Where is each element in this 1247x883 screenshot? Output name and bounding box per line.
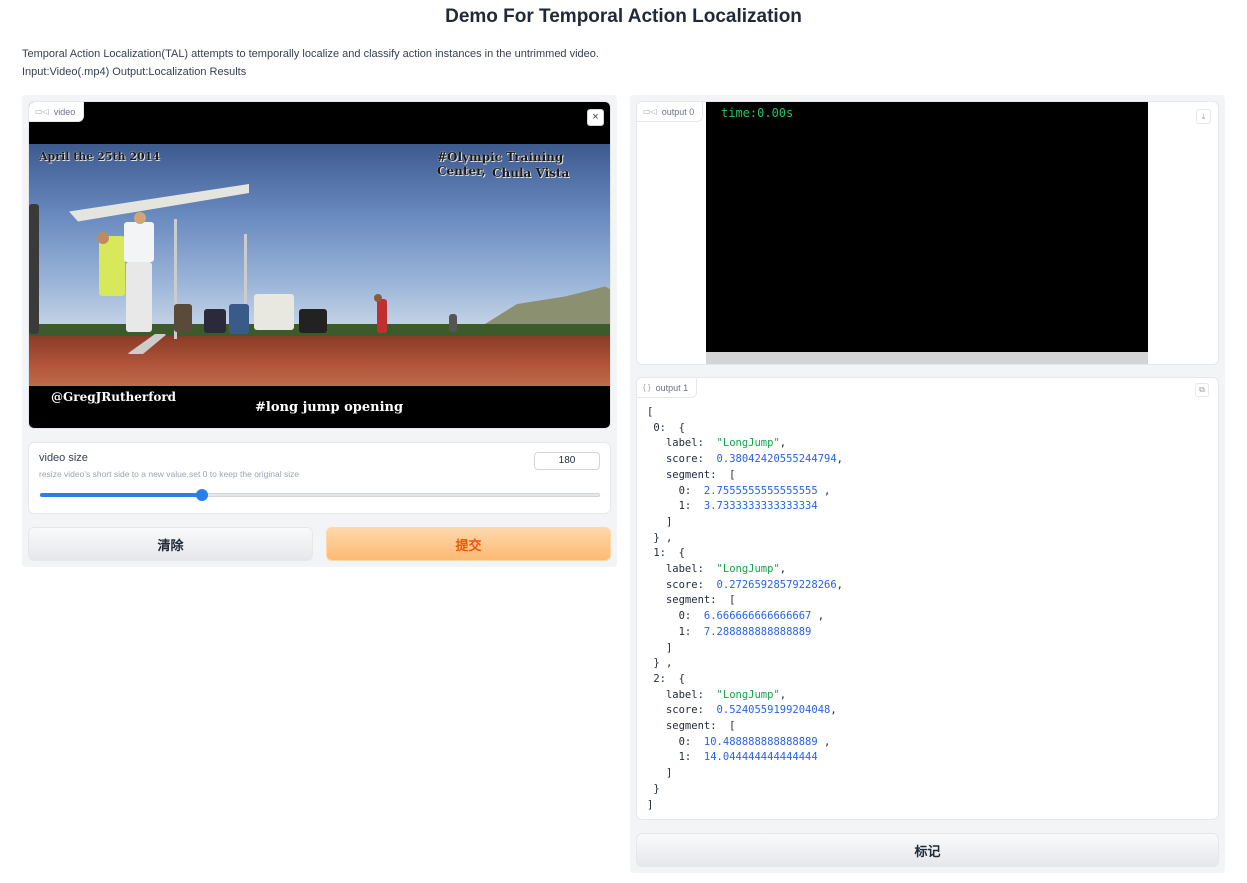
video-size-slider-thumb[interactable] (196, 489, 209, 501)
output-column: ▭◁ output 0 time:0.00s ⤓ { } output 1 ⧉ … (630, 95, 1225, 873)
output0-label: output 0 (661, 106, 695, 117)
json-item-open: 0: { (653, 421, 685, 434)
json-item-close: } , (653, 657, 673, 670)
json-item-close: } , (653, 531, 673, 544)
mark-button[interactable]: 标记 (636, 833, 1219, 867)
json-line: ] (647, 798, 654, 811)
json-segment-end: 14.044444444444444 (703, 751, 818, 764)
video-label: video (53, 106, 76, 117)
json-score-value: 0.27265928579228266 (716, 578, 837, 591)
video-size-label: video size (39, 452, 88, 464)
json-label-line: label: "LongJump", (665, 437, 787, 450)
json-segment-start: 2.7555555555555555 (703, 484, 818, 497)
output0-label-badge: ▭◁ output 0 (637, 102, 704, 122)
json-segment-line: 1: 7.288888888888889 (678, 625, 812, 638)
video-camera-icon: ▭◁ (35, 107, 49, 116)
close-icon[interactable]: × (587, 109, 604, 126)
json-segment-line: 0: 6.666666666666667 , (678, 610, 825, 623)
output1-label-badge: { } output 1 (637, 378, 698, 398)
json-label-value: "LongJump" (716, 437, 780, 450)
json-score-value: 0.5240559199204048 (716, 704, 831, 717)
submit-button[interactable]: 提交 (326, 527, 611, 561)
json-segment-start: 6.666666666666667 (703, 610, 812, 623)
video-frame: April the 25th 2014 #Olympic Training Ce… (29, 144, 610, 386)
json-viewer: [ 0: { label: "LongJump", score: 0.38042… (647, 405, 843, 813)
json-line: ] (665, 767, 673, 780)
json-segment-line: 1: 3.7333333333333334 (678, 500, 818, 513)
video-label-badge: ▭◁ video (29, 102, 85, 122)
overlay-location-2: Chula Vista (492, 166, 570, 180)
page-io-description: Input:Video(.mp4) Output:Localization Re… (22, 66, 247, 78)
page-description: Temporal Action Localization(TAL) attemp… (22, 48, 599, 60)
video-camera-icon: ▭◁ (643, 107, 657, 116)
json-segment-end: 3.7333333333333334 (703, 500, 818, 513)
overlay-credit: @GregJRutherford (51, 390, 177, 404)
json-label-value: "LongJump" (716, 563, 780, 576)
json-segment-line: 0: 2.7555555555555555 , (678, 484, 831, 497)
json-label-value: "LongJump" (716, 688, 780, 701)
output1-label: output 1 (655, 382, 689, 393)
overlay-date: April the 25th 2014 (39, 150, 160, 163)
clear-button[interactable]: 清除 (28, 527, 313, 561)
json-line: ] (665, 641, 673, 654)
json-score-value: 0.38042420555244794 (716, 453, 837, 466)
video-size-slider-fill (40, 493, 203, 497)
json-line: [ (647, 406, 654, 418)
json-score-line: score: 0.38042420555244794, (665, 453, 843, 466)
json-label-line: label: "LongJump", (665, 563, 787, 576)
json-segment-start: 10.488888888888889 (703, 735, 818, 748)
json-item-open: 2: { (653, 672, 685, 685)
video-size-number-input[interactable]: 180 (534, 452, 600, 470)
copy-icon[interactable]: ⧉ (1195, 383, 1209, 397)
json-segment-line: 0: 10.488888888888889 , (678, 735, 831, 748)
json-item-open: 1: { (653, 547, 685, 560)
json-segment-open: segment: [ (665, 720, 736, 733)
overlay-caption: #long jump opening (255, 400, 404, 415)
json-label-line: label: "LongJump", (665, 688, 787, 701)
download-icon[interactable]: ⤓ (1196, 109, 1211, 124)
code-braces-icon: { } (643, 383, 651, 392)
json-segment-line: 1: 14.044444444444444 (678, 751, 818, 764)
json-segment-open: segment: [ (665, 594, 736, 607)
output-video-player[interactable]: ▭◁ output 0 time:0.00s ⤓ (636, 101, 1219, 365)
output-json-panel: { } output 1 ⧉ [ 0: { label: "LongJump",… (636, 377, 1219, 820)
page-title: Demo For Temporal Action Localization (445, 6, 802, 27)
json-line: ] (665, 515, 673, 528)
json-score-line: score: 0.27265928579228266, (665, 578, 843, 591)
input-video-player[interactable]: ▭◁ video × April the 25th 2014 #Olympic … (28, 101, 611, 429)
video-progress-bar[interactable] (706, 352, 1148, 364)
video-size-info: resize video's short side to a new value… (39, 469, 300, 479)
json-score-line: score: 0.5240559199204048, (665, 704, 837, 717)
output-video-frame: time:0.00s (706, 102, 1148, 364)
json-item-close: } (653, 782, 660, 795)
json-segment-end: 7.288888888888889 (703, 625, 812, 638)
video-size-slider-block: video size resize video's short side to … (28, 442, 611, 514)
json-segment-open: segment: [ (665, 468, 736, 481)
input-column: ▭◁ video × April the 25th 2014 #Olympic … (22, 95, 617, 567)
time-overlay: time:0.00s (721, 106, 794, 120)
